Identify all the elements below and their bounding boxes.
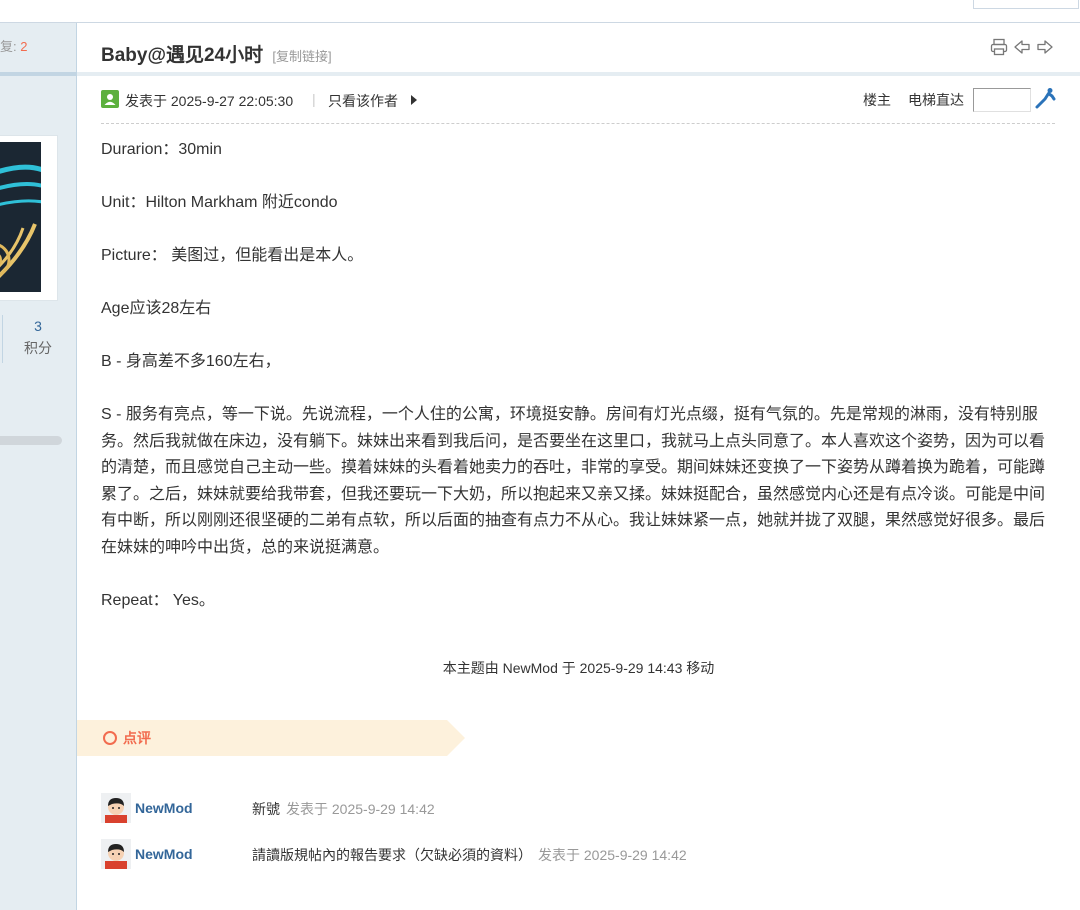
thread-title-text: Baby@遇见24小时: [101, 45, 264, 66]
comments-header-label: 点评: [123, 730, 151, 746]
user-avatar-icon[interactable]: [101, 839, 131, 869]
top-strip: [0, 0, 1080, 23]
comment-message: 新號: [252, 801, 280, 817]
post-line-picture: Picture： 美图过，但能看出是本人。: [101, 247, 364, 264]
moved-notice: 本主题由 NewMod 于 2025-9-29 14:43 移动: [442, 660, 715, 676]
user-avatar-icon[interactable]: [101, 793, 131, 823]
sidebar-scrollbar[interactable]: [0, 436, 62, 445]
comment-user[interactable]: NewMod: [135, 800, 193, 816]
post-date: 发表于 2025-9-27 22:05:30: [125, 93, 294, 109]
credit-label: 积分: [24, 340, 52, 356]
credit-value: 3: [34, 318, 42, 334]
online-status-icon: [101, 90, 119, 108]
credit-stat[interactable]: 3 积分: [2, 315, 73, 363]
title-underline: [77, 72, 1080, 76]
post-line-service: S - 服务有亮点，等一下说。先说流程，一个人住的公寓，环境挺安静。房间有灯光点…: [101, 406, 1046, 556]
info-separator: |: [312, 91, 316, 107]
author-sidebar: 复: 2 3 积分: [0, 23, 77, 910]
comment-text: 請讀版規帖內的報告要求（欠缺必須的資料） 发表于 2025-9-29 14:42: [252, 845, 687, 865]
sidebar-divider: [0, 72, 76, 76]
comment-time: 发表于 2025-9-29 14:42: [286, 801, 435, 817]
post-line-unit: Unit：Hilton Markham 附近condo: [101, 194, 338, 211]
comment-text: 新號 发表于 2025-9-29 14:42: [252, 799, 435, 819]
copy-link[interactable]: [复制链接]: [272, 49, 331, 64]
author-only-link[interactable]: 只看该作者: [328, 91, 398, 111]
thread-title: Baby@遇见24小时 [复制链接]: [101, 40, 332, 67]
post-info-bar: 发表于 2025-9-27 22:05:30 | 只看该作者 楼主 电梯直达: [101, 86, 1057, 124]
next-thread-icon[interactable]: [1036, 38, 1054, 56]
post-content: Durarion：30min Unit：Hilton Markham 附近con…: [101, 137, 1057, 641]
comment-item: NewMod 請讀版規帖內的報告要求（欠缺必須的資料） 发表于 2025-9-29…: [101, 839, 1061, 871]
reply-number: 2: [20, 39, 28, 54]
previous-thread-icon[interactable]: [1013, 38, 1031, 56]
elevator-go-icon[interactable]: [1033, 86, 1057, 110]
author-avatar[interactable]: [0, 135, 58, 301]
post-line-duration: Durarion：30min: [101, 141, 222, 158]
thread-titlebar: Baby@遇见24小时 [复制链接]: [77, 23, 1080, 72]
reply-label: 复:: [0, 39, 17, 54]
comment-user[interactable]: NewMod: [135, 846, 193, 862]
comment-message: 請讀版規帖內的報告要求（欠缺必須的資料）: [252, 847, 532, 863]
avatar-image: [0, 142, 41, 292]
post-area: Baby@遇见24小时 [复制链接] 发表于 2025-9-27 22:05:3…: [77, 23, 1080, 910]
elevator-label: 电梯直达: [908, 92, 964, 108]
post-line-body: B - 身高差不多160左右，: [101, 353, 281, 370]
top-box: [973, 0, 1079, 9]
elevator-input[interactable]: [973, 88, 1031, 112]
thread-tools: [990, 38, 1054, 56]
post-line-repeat: Repeat： Yes。: [101, 591, 215, 609]
reply-count: 复: 2: [0, 23, 76, 71]
post-line-age: Age应该28左右: [101, 300, 212, 317]
comment-ring-icon: [103, 731, 117, 745]
caret-right-icon: [411, 95, 417, 105]
comment-item: NewMod 新號 发表于 2025-9-29 14:42: [101, 793, 1061, 825]
floor-label: 楼主: [863, 92, 891, 108]
comments-header: 点评: [77, 720, 465, 756]
comment-time: 发表于 2025-9-29 14:42: [538, 847, 687, 863]
print-icon[interactable]: [990, 38, 1008, 56]
